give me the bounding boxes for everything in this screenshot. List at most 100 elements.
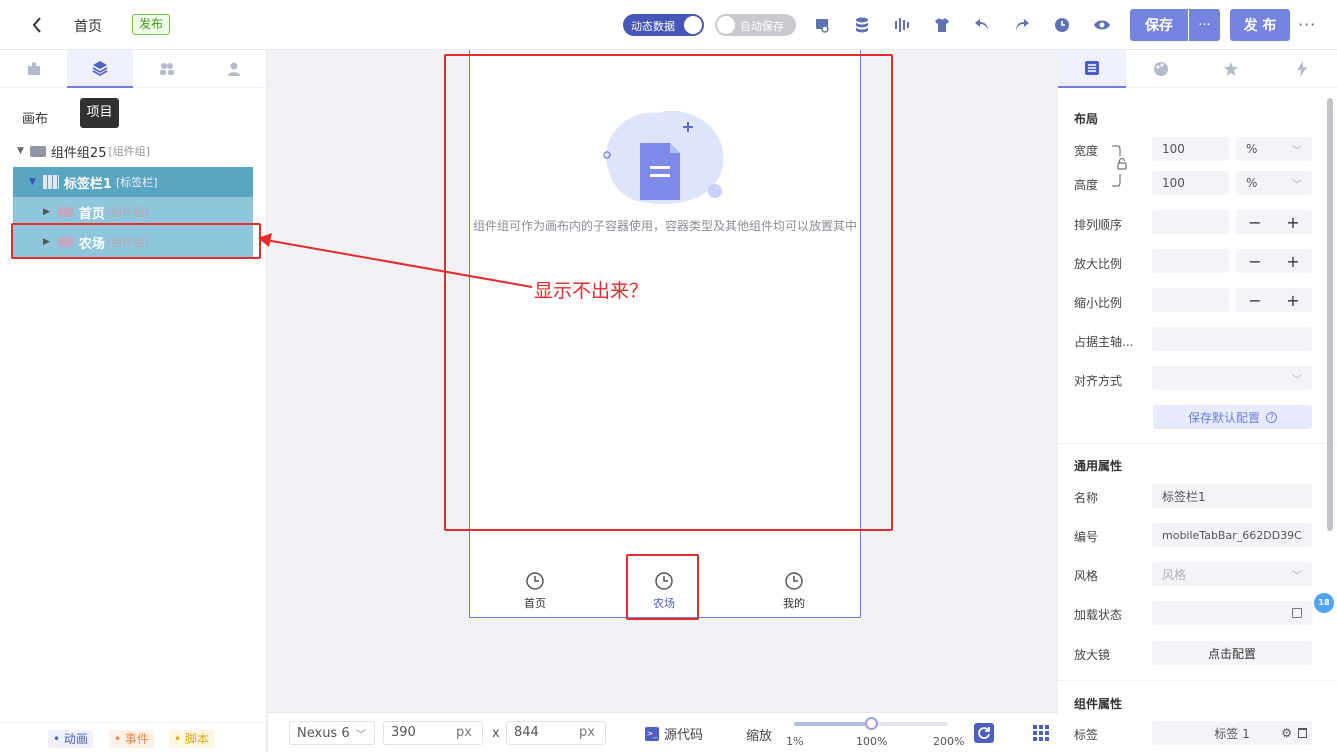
zoom-max-label: 200% <box>933 735 965 748</box>
collapse-caret-icon[interactable]: ▼ <box>17 146 24 156</box>
style-select[interactable]: 风格 ﹀ <box>1152 562 1312 586</box>
group-users-icon[interactable] <box>133 50 200 88</box>
width-value-field[interactable]: 100 <box>1152 137 1229 161</box>
annotation-text: 显示不出来？ <box>534 280 649 302</box>
right-panel: 布局 宽度 高度 100 % ﹀ 100 % ﹀ 排列顺序 − + 放大比例 − +… <box>1058 50 1337 752</box>
height-input[interactable]: 844 px <box>506 721 606 745</box>
width-input[interactable]: 390 px <box>383 721 483 745</box>
tab-label: 我的 <box>783 597 805 610</box>
back-chevron-icon[interactable] <box>27 14 47 36</box>
minus-icon[interactable]: − <box>1248 213 1261 232</box>
layout-section-title: 布局 <box>1074 112 1099 126</box>
plus-icon[interactable]: + <box>1286 213 1299 232</box>
grow-field[interactable] <box>1152 249 1229 273</box>
zoom-slider-track[interactable] <box>794 717 948 730</box>
component-section-title: 组件属性 <box>1074 697 1123 711</box>
more-label: ··· <box>1198 17 1211 33</box>
name-field[interactable]: 标签栏1 <box>1152 484 1312 508</box>
magnifier-config-button[interactable]: 点击配置 <box>1152 641 1312 665</box>
calculator-icon[interactable] <box>1292 608 1302 618</box>
help-circle-icon[interactable]: ? <box>1266 411 1277 423</box>
height-unit-value: % <box>1246 176 1258 190</box>
components-puzzle-icon[interactable] <box>0 50 67 88</box>
tab-label: 首页 <box>524 597 546 610</box>
properties-list-icon[interactable] <box>1058 50 1126 88</box>
shrink-field[interactable] <box>1152 288 1229 312</box>
script-tag[interactable]: • 脚本 <box>169 730 214 748</box>
tree-item-type: [组件组] <box>106 206 149 219</box>
notification-badge[interactable]: 18 <box>1314 593 1334 613</box>
undo-icon[interactable] <box>971 14 993 36</box>
order-stepper[interactable]: − + <box>1236 210 1312 234</box>
user-icon[interactable] <box>200 50 267 88</box>
gear-icon[interactable]: ⚙ <box>1281 726 1292 740</box>
tabbar-item-home[interactable]: 首页 <box>505 572 565 616</box>
preview-eye-icon[interactable] <box>1091 14 1113 36</box>
device-value: Nexus 6 <box>297 725 350 741</box>
lightning-icon[interactable] <box>1266 50 1337 88</box>
group-folder-icon <box>57 207 73 217</box>
redo-icon[interactable] <box>1011 14 1033 36</box>
zoom-slider-thumb[interactable] <box>865 717 878 730</box>
trash-icon[interactable] <box>1298 728 1307 738</box>
tabbar-grid-icon <box>42 175 59 189</box>
device-select[interactable]: Nexus 6 ﹀ <box>289 721 375 745</box>
grow-stepper[interactable]: − + <box>1236 249 1312 273</box>
project-tooltip: 项目 <box>80 98 119 128</box>
history-clock-icon[interactable] <box>1051 14 1073 36</box>
zoom-mid-label: 100% <box>856 735 888 748</box>
animation-tag[interactable]: • 动画 <box>48 730 93 748</box>
basis-field[interactable] <box>1152 327 1312 351</box>
refresh-icon[interactable] <box>974 723 994 743</box>
minus-icon[interactable]: − <box>1248 252 1261 271</box>
height-value-field[interactable]: 100 <box>1152 171 1229 195</box>
aspect-lock-icon[interactable] <box>1112 144 1128 188</box>
plus-icon[interactable]: + <box>1286 291 1299 310</box>
group-folder-icon <box>29 145 46 157</box>
chevron-down-icon: ﹀ <box>1292 179 1302 191</box>
tree-item-name: 首页 <box>78 206 105 222</box>
left-tab-bar <box>0 50 267 88</box>
collapse-caret-icon[interactable]: ▼ <box>29 177 36 187</box>
width-unit-select[interactable]: % ﹀ <box>1236 137 1312 161</box>
tree-item-name: 标签栏1 <box>63 176 112 192</box>
id-field[interactable]: mobileTabBar_662DD39C <box>1152 523 1312 547</box>
shrink-stepper[interactable]: − + <box>1236 288 1312 312</box>
theme-shirt-icon[interactable] <box>931 14 953 36</box>
layers-tab-icon[interactable] <box>67 50 133 88</box>
canvas-label[interactable]: 画布 <box>22 108 48 127</box>
palette-icon[interactable] <box>1126 50 1196 88</box>
event-tag[interactable]: • 事件 <box>109 730 154 748</box>
audio-wave-icon[interactable] <box>891 14 913 36</box>
order-field[interactable] <box>1152 210 1229 234</box>
height-unit-select[interactable]: % ﹀ <box>1236 171 1312 195</box>
database-icon[interactable] <box>851 14 873 36</box>
tabbar-item-mine[interactable]: 我的 <box>764 572 824 616</box>
star-icon[interactable] <box>1196 50 1266 88</box>
preview-cloud-icon[interactable] <box>811 14 833 36</box>
save-more-button[interactable]: ··· <box>1189 9 1220 41</box>
loading-field[interactable] <box>1152 601 1312 625</box>
save-default-button[interactable]: 保存默认配置 ? <box>1153 405 1312 429</box>
order-label: 排列顺序 <box>1074 218 1123 232</box>
plus-icon[interactable]: + <box>1286 252 1299 271</box>
grid-icon[interactable] <box>1031 723 1051 743</box>
minus-icon[interactable]: − <box>1248 291 1261 310</box>
top-toolbar: 首页 发布 动态数据 自动保存 保存 ··· 发 布 ··· <box>0 0 1337 50</box>
publish-button[interactable]: 发 布 <box>1230 9 1290 41</box>
tree-item-tabbar[interactable]: ▼ 标签栏1 [标签栏] <box>13 167 253 197</box>
expand-caret-icon[interactable]: ▶ <box>43 207 50 217</box>
dynamic-data-toggle[interactable]: 动态数据 <box>623 14 704 36</box>
scrollbar-thumb[interactable] <box>1327 98 1333 531</box>
align-select[interactable]: ﹀ <box>1152 366 1312 390</box>
tree-item-group[interactable]: ▼ 组件组25 [组件组] <box>13 136 253 166</box>
basis-label: 占据主轴... <box>1074 335 1134 349</box>
chevron-down-icon: ﹀ <box>1292 374 1302 386</box>
tag-item[interactable]: 标签 1 ⚙ <box>1152 721 1312 745</box>
save-button[interactable]: 保存 <box>1130 9 1188 41</box>
grow-label: 放大比例 <box>1074 257 1123 271</box>
overflow-menu-button[interactable]: ··· <box>1298 15 1316 34</box>
auto-save-toggle[interactable]: 自动保存 <box>715 14 796 36</box>
source-code-button[interactable]: >_ 源代码 <box>645 724 703 743</box>
section-divider <box>1058 443 1337 444</box>
